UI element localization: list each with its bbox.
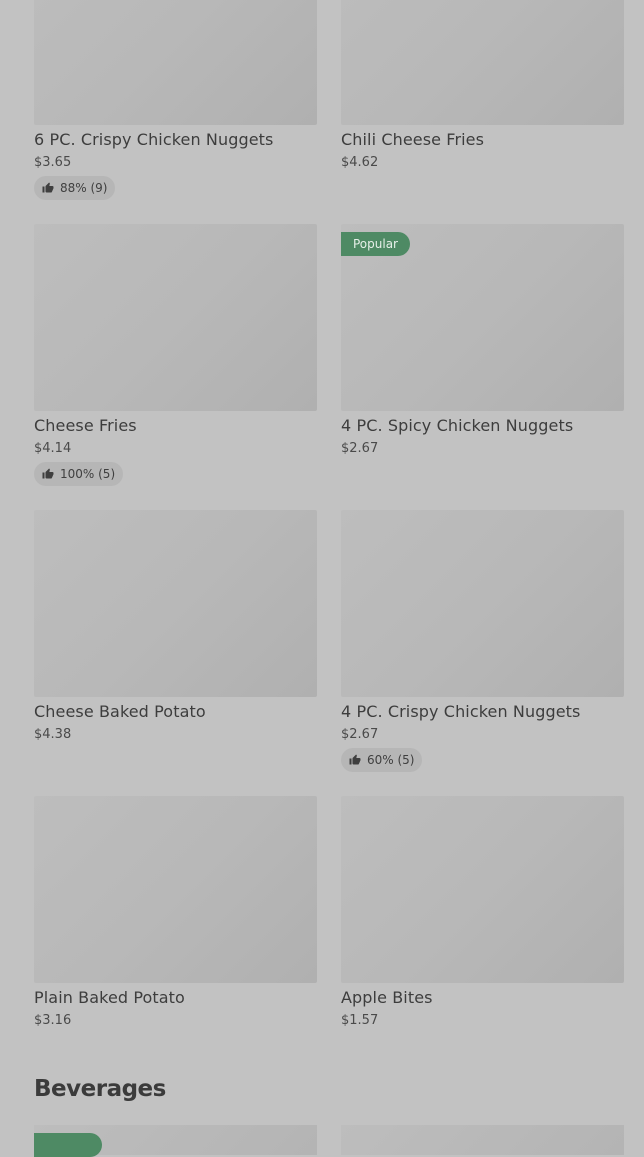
item-price: $2.67 (341, 727, 379, 742)
item-image[interactable] (34, 0, 317, 125)
beverage-card-image[interactable] (34, 1125, 317, 1157)
menu-item-card[interactable]: Apple Bites $1.57 (341, 796, 624, 1082)
menu-item-card[interactable]: 6 PC. Crispy Chicken Nuggets $3.65 88% (… (34, 0, 317, 224)
menu-item-card[interactable]: Plain Baked Potato $3.16 (34, 796, 317, 1082)
item-price: $4.14 (34, 441, 72, 456)
item-name[interactable]: 4 PC. Spicy Chicken Nuggets (341, 416, 624, 435)
rating-text: 100% (5) (60, 467, 116, 481)
rating-pill: 100% (5) (34, 462, 124, 486)
menu-grid: 6 PC. Crispy Chicken Nuggets $3.65 88% (… (34, 0, 624, 1082)
item-image[interactable] (34, 796, 317, 983)
menu-item-card[interactable]: 4 PC. Crispy Chicken Nuggets $2.67 60% (… (341, 510, 624, 796)
item-price: $3.65 (34, 155, 72, 170)
item-price: $2.67 (341, 441, 379, 456)
item-name[interactable]: Cheese Baked Potato (34, 702, 317, 721)
item-image[interactable] (34, 224, 317, 411)
popular-badge: Popular (341, 232, 410, 256)
item-price: $1.57 (341, 1013, 379, 1028)
item-price: $4.38 (34, 727, 72, 742)
rating-text: 88% (9) (60, 181, 108, 195)
menu-item-card[interactable]: Chili Cheese Fries $4.62 (341, 0, 624, 224)
item-name[interactable]: 4 PC. Crispy Chicken Nuggets (341, 702, 624, 721)
item-image[interactable]: Popular (341, 224, 624, 411)
thumbs-up-icon (349, 754, 361, 765)
item-name[interactable]: 6 PC. Crispy Chicken Nuggets (34, 130, 317, 149)
thumbs-up-icon (42, 182, 54, 193)
menu-item-card[interactable]: Cheese Fries $4.14 100% (5) (34, 224, 317, 510)
item-price: $4.62 (341, 155, 379, 170)
beverage-card-image[interactable] (341, 1125, 624, 1155)
rating-pill: 88% (9) (34, 176, 116, 200)
item-name[interactable]: Apple Bites (341, 988, 624, 1007)
popular-badge (34, 1133, 102, 1157)
rating-pill: 60% (5) (341, 748, 423, 772)
item-price: $3.16 (34, 1013, 72, 1028)
thumbs-up-icon (42, 468, 54, 479)
item-name[interactable]: Plain Baked Potato (34, 988, 317, 1007)
item-name[interactable]: Chili Cheese Fries (341, 130, 624, 149)
item-image[interactable] (341, 0, 624, 125)
menu-item-card[interactable]: Cheese Baked Potato $4.38 (34, 510, 317, 796)
rating-text: 60% (5) (367, 753, 415, 767)
item-image[interactable] (34, 510, 317, 697)
item-image[interactable] (341, 796, 624, 983)
section-title-beverages: Beverages (34, 1076, 166, 1102)
menu-item-card[interactable]: Popular 4 PC. Spicy Chicken Nuggets $2.6… (341, 224, 624, 510)
item-image[interactable] (341, 510, 624, 697)
item-name[interactable]: Cheese Fries (34, 416, 317, 435)
